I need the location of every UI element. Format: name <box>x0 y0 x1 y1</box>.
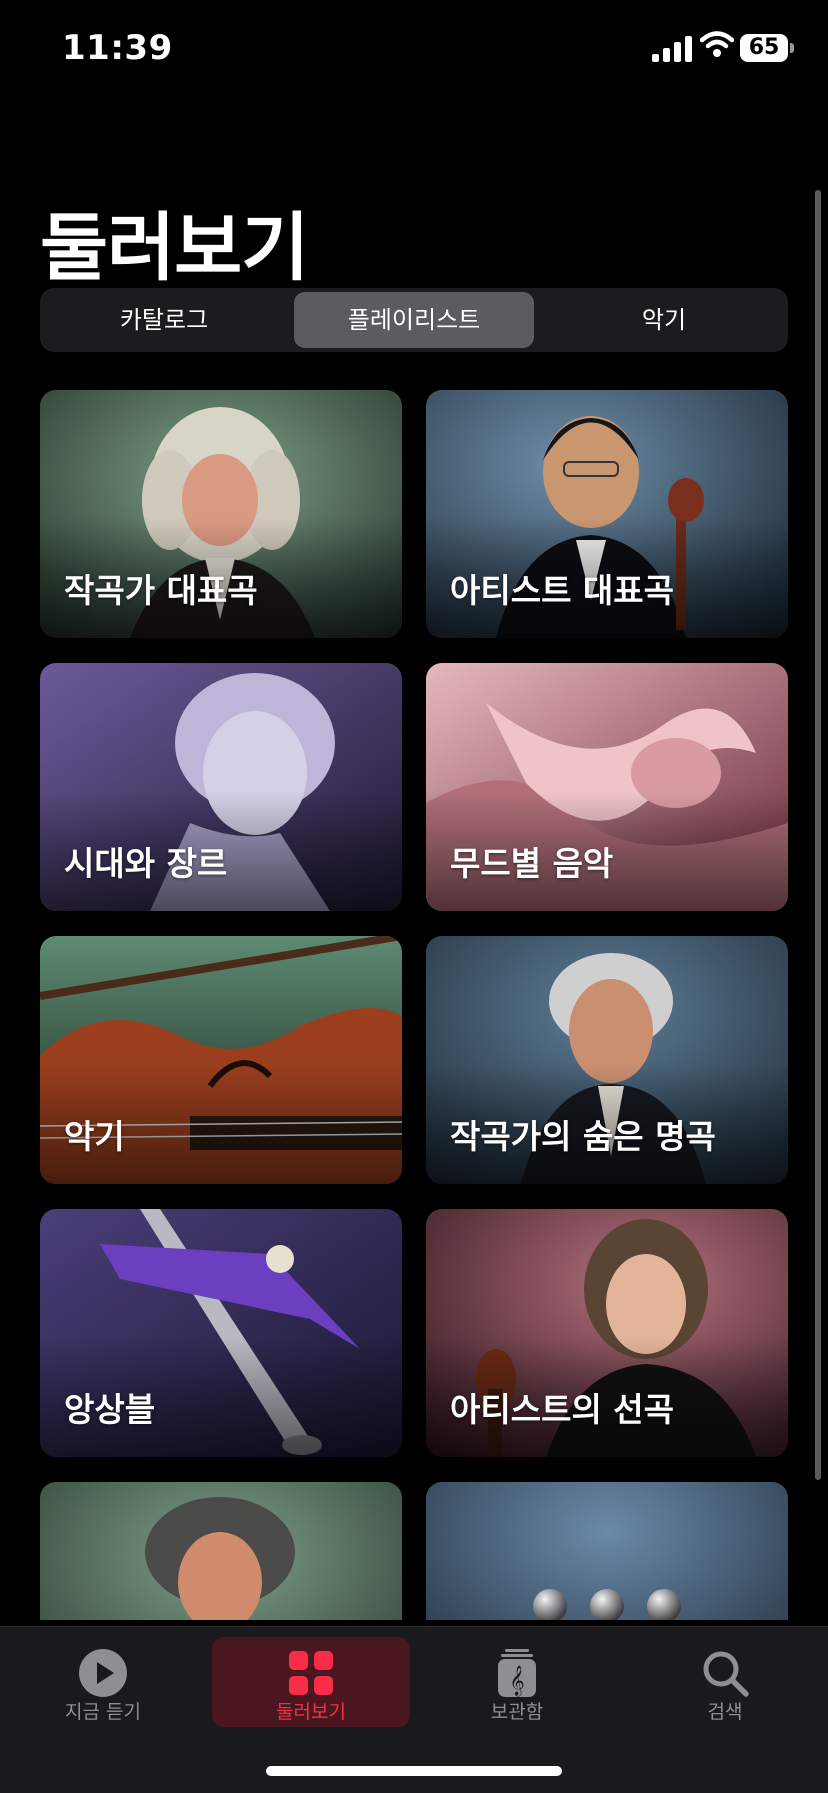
card-label: 앙상블 <box>64 1390 156 1429</box>
svg-text:𝄞: 𝄞 <box>509 1665 524 1697</box>
card-beethoven[interactable] <box>40 1482 402 1620</box>
card-instruments[interactable]: 악기 <box>40 936 402 1184</box>
tab-label: 둘러보기 <box>276 1701 346 1723</box>
status-bar: 11:39 65 <box>0 0 828 100</box>
tab-library[interactable]: 𝄞 보관함 <box>418 1637 616 1727</box>
grid-icon <box>289 1651 333 1695</box>
card-artist-picks[interactable]: 아티스트의 선곡 <box>426 1209 788 1457</box>
scroll-indicator[interactable] <box>815 190 821 1480</box>
card-label: 악기 <box>64 1117 125 1156</box>
segment-catalog[interactable]: 카탈로그 <box>44 292 284 348</box>
cellular-signal-icon <box>652 36 692 62</box>
card-artist-essentials[interactable]: 아티스트 대표곡 <box>426 390 788 638</box>
beethoven-portrait-image <box>40 1482 402 1620</box>
card-composer-deep-cuts[interactable]: 작곡가의 숨은 명곡 <box>426 936 788 1184</box>
segment-instruments[interactable]: 악기 <box>544 292 784 348</box>
card-label: 아티스트의 선곡 <box>450 1390 675 1429</box>
segment-playlists[interactable]: 플레이리스트 <box>294 292 534 348</box>
card-label: 무드별 음악 <box>450 844 614 883</box>
battery-indicator: 65 <box>740 34 788 62</box>
card-periods-genres[interactable]: 시대와 장르 <box>40 663 402 911</box>
library-icon: 𝄞 <box>498 1649 536 1697</box>
battery-tip <box>790 43 794 53</box>
tab-label: 보관함 <box>490 1701 544 1723</box>
card-label: 작곡가 대표곡 <box>64 571 258 610</box>
play-circle-icon <box>79 1649 127 1697</box>
card-moods[interactable]: 무드별 음악 <box>426 663 788 911</box>
search-icon <box>703 1651 749 1697</box>
metal-spheres-image <box>426 1482 788 1620</box>
wifi-icon <box>700 31 734 57</box>
tab-listen-now[interactable]: 지금 듣기 <box>4 1637 202 1727</box>
card-composer-essentials[interactable]: 작곡가 대표곡 <box>40 390 402 638</box>
segmented-control: 카탈로그 플레이리스트 악기 <box>40 288 788 352</box>
card-label: 작곡가의 숨은 명곡 <box>450 1117 716 1156</box>
playlist-category-grid: 작곡가 대표곡 아티스트 대표곡 시대와 장르 무드별 음악 악기 작곡가의 숨… <box>40 390 788 1620</box>
card-ensembles[interactable]: 앙상블 <box>40 1209 402 1457</box>
tab-browse[interactable]: 둘러보기 <box>212 1637 410 1727</box>
page-title: 둘러보기 <box>40 205 309 291</box>
home-indicator[interactable] <box>266 1766 562 1776</box>
card-label: 아티스트 대표곡 <box>450 571 675 610</box>
card-label: 시대와 장르 <box>64 844 228 883</box>
tab-label: 지금 듣기 <box>65 1701 141 1723</box>
tab-search[interactable]: 검색 <box>626 1637 824 1727</box>
card-metal-spheres[interactable] <box>426 1482 788 1620</box>
tab-label: 검색 <box>707 1701 743 1723</box>
status-time: 11:39 <box>62 28 173 68</box>
